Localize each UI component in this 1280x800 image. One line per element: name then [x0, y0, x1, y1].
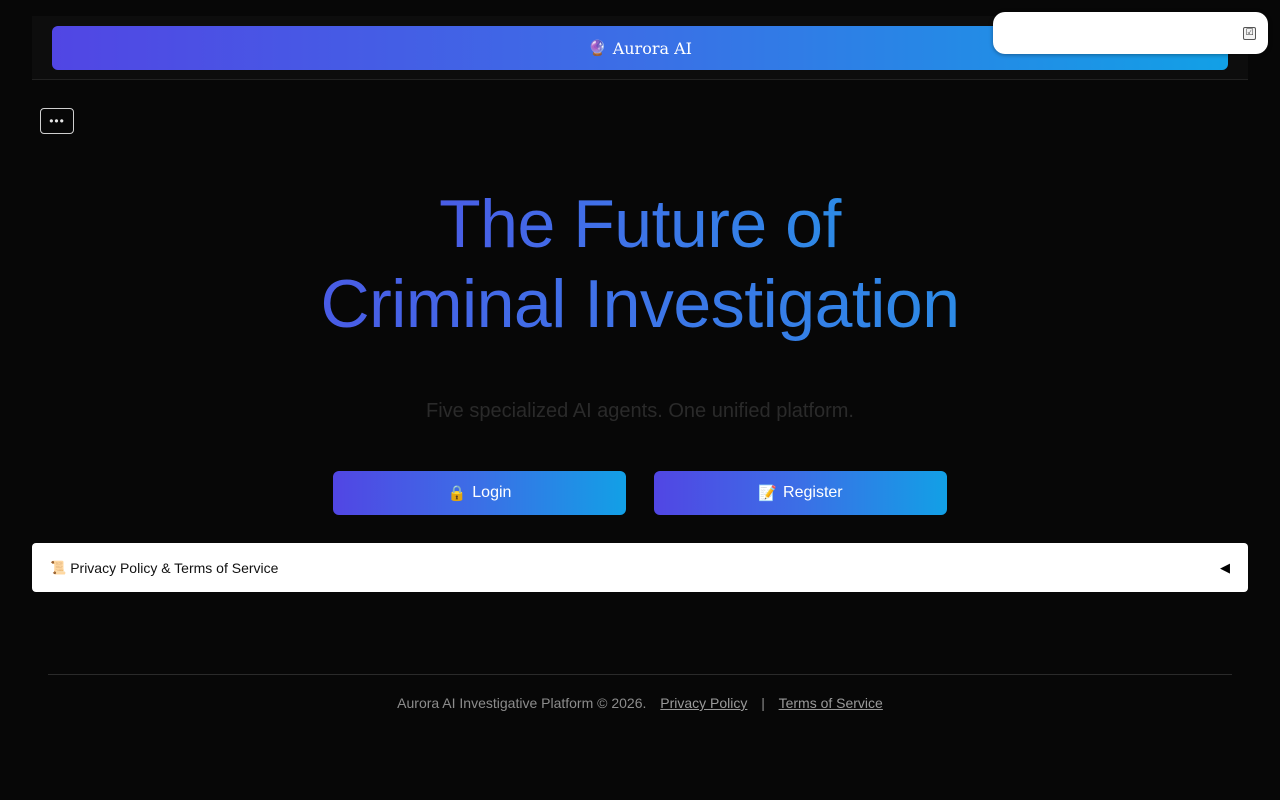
terms-of-service-link[interactable]: Terms of Service [779, 695, 883, 711]
calendar-check-icon[interactable]: ☑ [1243, 27, 1256, 40]
lock-icon: 🔒 [447, 485, 467, 502]
footer: Aurora AI Investigative Platform © 2026.… [0, 695, 1280, 711]
login-label: Login [472, 484, 512, 501]
footer-copyright: Aurora AI Investigative Platform © 2026. [397, 695, 647, 711]
memo-icon: 📝 [758, 485, 778, 502]
toolbar-panel [993, 12, 1268, 54]
hero-title-line-2: Criminal Investigation [295, 264, 985, 344]
login-button[interactable]: 🔒 Login [333, 471, 626, 515]
footer-divider [48, 674, 1232, 675]
register-label: Register [783, 484, 843, 501]
policy-label: Privacy Policy & Terms of Service [70, 559, 279, 576]
more-dots-icon: ••• [49, 114, 65, 128]
menu-button[interactable]: ••• [40, 108, 74, 134]
register-button[interactable]: 📝 Register [654, 471, 947, 515]
privacy-policy-link[interactable]: Privacy Policy [660, 695, 747, 711]
hero-subtitle: Five specialized AI agents. One unified … [425, 400, 854, 422]
triangle-left-icon[interactable]: ◀ [1220, 560, 1230, 576]
policy-expander[interactable]: 📜 Privacy Policy & Terms of Service ◀ [32, 543, 1248, 592]
hero-title-line-1: The Future of [420, 184, 860, 264]
footer-separator: | [761, 695, 765, 711]
hero-title: The Future of Criminal Investigation [0, 184, 1280, 344]
scroll-icon: 📜 [50, 559, 67, 575]
crystal-ball-icon: 🔮 [588, 39, 607, 57]
brand-name: Aurora AI [612, 38, 692, 58]
